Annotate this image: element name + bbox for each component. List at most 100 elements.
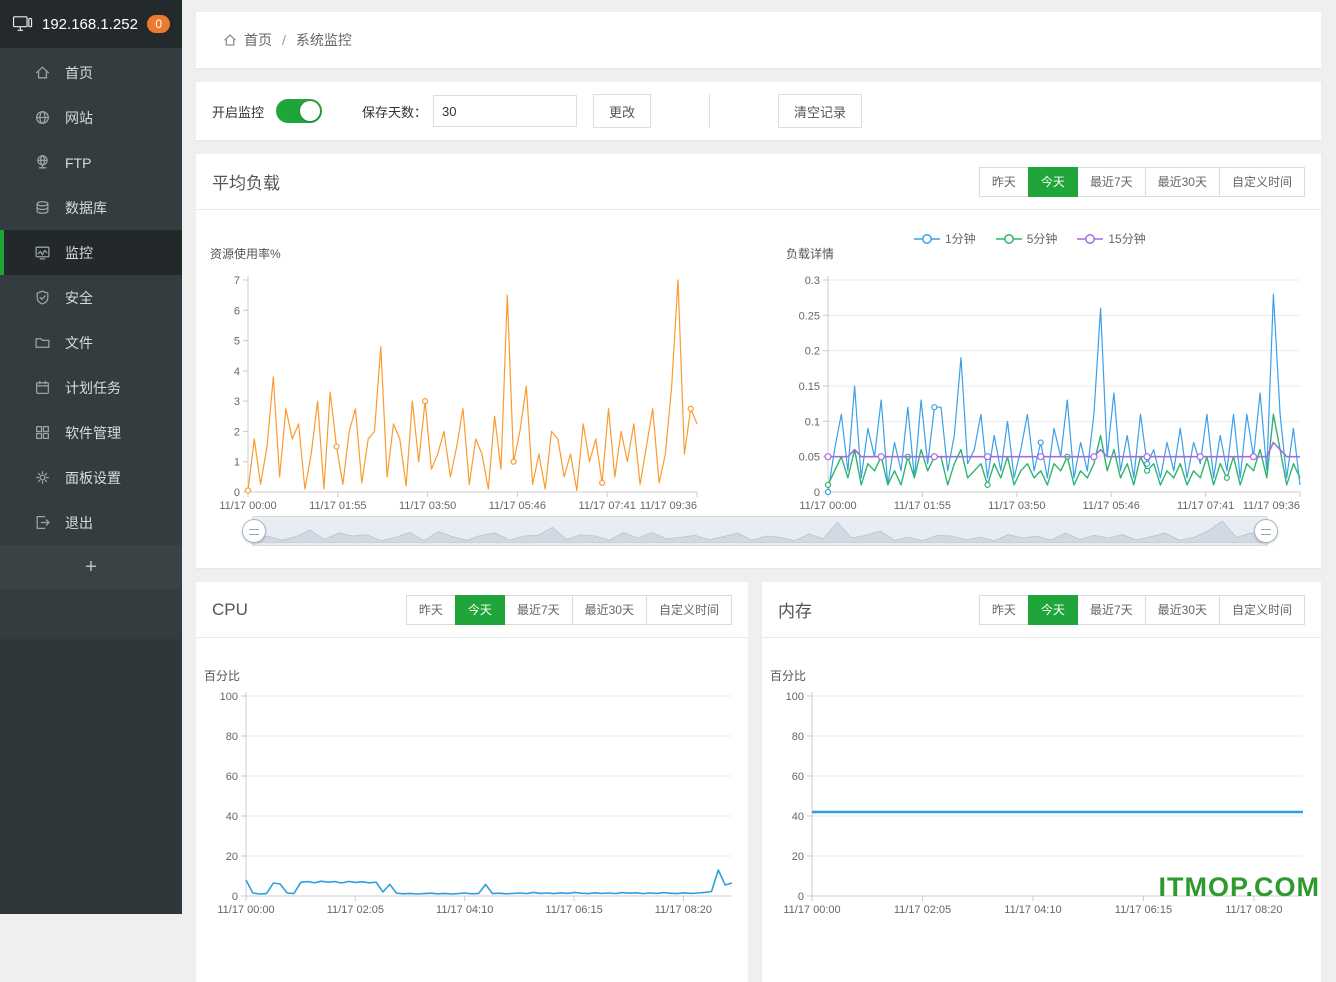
svg-text:11/17 05:46: 11/17 05:46 [1083, 500, 1140, 512]
svg-text:0.3: 0.3 [805, 275, 820, 287]
svg-text:11/17 02:05: 11/17 02:05 [327, 904, 384, 916]
sidebar-item-label: 退出 [65, 514, 93, 531]
svg-text:0: 0 [814, 487, 820, 499]
load-section-header: 平均负载 昨天 今天 最近7天 最近30天 自定义时间 [196, 154, 1321, 210]
svg-text:11/17 04:10: 11/17 04:10 [436, 904, 493, 916]
datazoom-right-handle[interactable] [1254, 519, 1278, 543]
datazoom-left-handle[interactable] [242, 519, 266, 543]
datazoom-slider[interactable] [242, 516, 1278, 546]
breadcrumb-current: 系统监控 [295, 32, 352, 48]
monitor-chart-icon [34, 244, 52, 262]
svg-text:0: 0 [798, 891, 804, 903]
svg-text:百分比: 百分比 [770, 669, 806, 683]
sidebar-item-label: 软件管理 [65, 424, 121, 441]
svg-text:11/17 08:20: 11/17 08:20 [1225, 904, 1282, 916]
load-section-title: 平均负载 [212, 174, 280, 193]
range-custom-button[interactable]: 自定义时间 [645, 594, 732, 625]
svg-text:100: 100 [786, 691, 804, 703]
svg-text:40: 40 [792, 811, 804, 823]
svg-text:0.1: 0.1 [805, 416, 820, 428]
cpu-time-range-group: 昨天 今天 最近7天 最近30天 自定义时间 [405, 594, 732, 625]
sidebar-tail [0, 639, 182, 914]
svg-text:11/17 06:15: 11/17 06:15 [545, 904, 602, 916]
globe-icon [34, 109, 52, 127]
toggle-knob [300, 101, 321, 121]
datazoom-silhouette [252, 520, 1266, 544]
svg-text:百分比: 百分比 [204, 669, 240, 683]
range-yesterday-button[interactable]: 昨天 [405, 594, 456, 625]
range-yesterday-button[interactable]: 昨天 [978, 594, 1029, 625]
sidebar-item-logout[interactable]: 退出 [0, 500, 182, 545]
svg-text:3: 3 [234, 396, 240, 408]
calendar-icon [34, 379, 52, 397]
grid-icon [34, 424, 52, 442]
sidebar-item-site[interactable]: 网站 [0, 95, 182, 140]
sidebar-item-security[interactable]: 安全 [0, 275, 182, 320]
svg-text:11/17 01:55: 11/17 01:55 [894, 500, 951, 512]
monitor-toggle-label: 开启监控 [212, 104, 265, 120]
range-30days-button[interactable]: 最近30天 [1144, 166, 1220, 197]
sidebar-item-home[interactable]: 首页 [0, 50, 182, 95]
sidebar-item-label: 网站 [65, 109, 93, 126]
cpu-section-header: CPU 昨天 今天 最近7天 最近30天 自定义时间 [196, 582, 748, 638]
watermark: ITMOP.COM [1158, 872, 1320, 902]
range-yesterday-button[interactable]: 昨天 [978, 166, 1029, 197]
sidebar-item-label: 面板设置 [65, 469, 121, 486]
range-today-button[interactable]: 今天 [1027, 166, 1078, 197]
shield-check-icon [34, 289, 52, 307]
svg-text:0: 0 [232, 891, 238, 903]
range-7days-button[interactable]: 最近7天 [503, 594, 573, 625]
svg-text:20: 20 [792, 851, 804, 863]
range-7days-button[interactable]: 最近7天 [1076, 594, 1146, 625]
svg-text:11/17 09:36: 11/17 09:36 [640, 500, 697, 512]
sidebar-item-label: FTP [65, 154, 92, 171]
sidebar: 192.168.1.252 0 首页 网站 FTP 数据库 监控 安全 文件 计划任务 软件管理… [0, 0, 182, 914]
sidebar-item-cron[interactable]: 计划任务 [0, 365, 182, 410]
add-shortcut-button[interactable]: + [0, 545, 182, 589]
sidebar-menu: 首页网站 FTP 数据库监控安全 文件 计划任务软件管理面板设置退出 [0, 50, 182, 545]
folder-icon [34, 334, 52, 352]
save-days-input[interactable] [433, 95, 578, 127]
message-badge[interactable]: 0 [147, 15, 170, 33]
svg-text:11/17 09:36: 11/17 09:36 [1243, 500, 1300, 512]
load-detail-chart: 0 0.05 0.1 0.15 0.2 0.25 0.3 11/17 00:00 11/17 0… [786, 246, 1301, 512]
range-7days-button[interactable]: 最近7天 [1076, 166, 1146, 197]
sidebar-item-label: 监控 [65, 244, 93, 261]
apply-days-button[interactable]: 更改 [593, 94, 652, 128]
svg-text:60: 60 [226, 771, 238, 783]
range-custom-button[interactable]: 自定义时间 [1218, 166, 1305, 197]
svg-text:11/17 01:55: 11/17 01:55 [309, 500, 366, 512]
database-icon [34, 199, 52, 217]
svg-text:11/17 00:00: 11/17 00:00 [783, 904, 840, 916]
cpu-chart: 0 20 40 60 80 100 11/17 00:00 11/17 02:05 11/17 … [204, 669, 733, 916]
sidebar-item-monitor[interactable]: 监控 [0, 230, 182, 275]
sidebar-item-ftp[interactable]: FTP [0, 140, 182, 185]
svg-text:0.15: 0.15 [799, 381, 820, 393]
range-30days-button[interactable]: 最近30天 [1144, 594, 1220, 625]
svg-text:100: 100 [220, 691, 238, 703]
logout-icon [34, 514, 52, 532]
breadcrumb-home[interactable]: 首页 [244, 30, 272, 50]
monitor-toggle[interactable] [276, 99, 323, 123]
ftp-globe-icon [34, 154, 52, 172]
svg-text:40: 40 [226, 811, 238, 823]
cpu-section-title: CPU [212, 599, 248, 619]
range-today-button[interactable]: 今天 [454, 594, 505, 625]
sidebar-item-settings[interactable]: 面板设置 [0, 455, 182, 500]
svg-text:1: 1 [234, 457, 240, 469]
gear-icon [34, 469, 52, 487]
range-custom-button[interactable]: 自定义时间 [1218, 594, 1305, 625]
svg-text:11/17 03:50: 11/17 03:50 [988, 500, 1045, 512]
sidebar-item-database[interactable]: 数据库 [0, 185, 182, 230]
memory-section: 内存 昨天 今天 最近7天 最近30天 自定义时间 0 20 40 60 80 100 11… [762, 582, 1321, 982]
divider [709, 94, 711, 128]
monitor-controls: 开启监控 保存天数： 更改 清空记录 [196, 82, 1321, 140]
home-icon [34, 64, 52, 82]
range-today-button[interactable]: 今天 [1027, 594, 1078, 625]
svg-text:0.2: 0.2 [805, 346, 820, 358]
sidebar-item-files[interactable]: 文件 [0, 320, 182, 365]
range-30days-button[interactable]: 最近30天 [571, 594, 647, 625]
home-icon [224, 34, 236, 46]
clear-records-button[interactable]: 清空记录 [778, 94, 863, 128]
sidebar-item-software[interactable]: 软件管理 [0, 410, 182, 455]
